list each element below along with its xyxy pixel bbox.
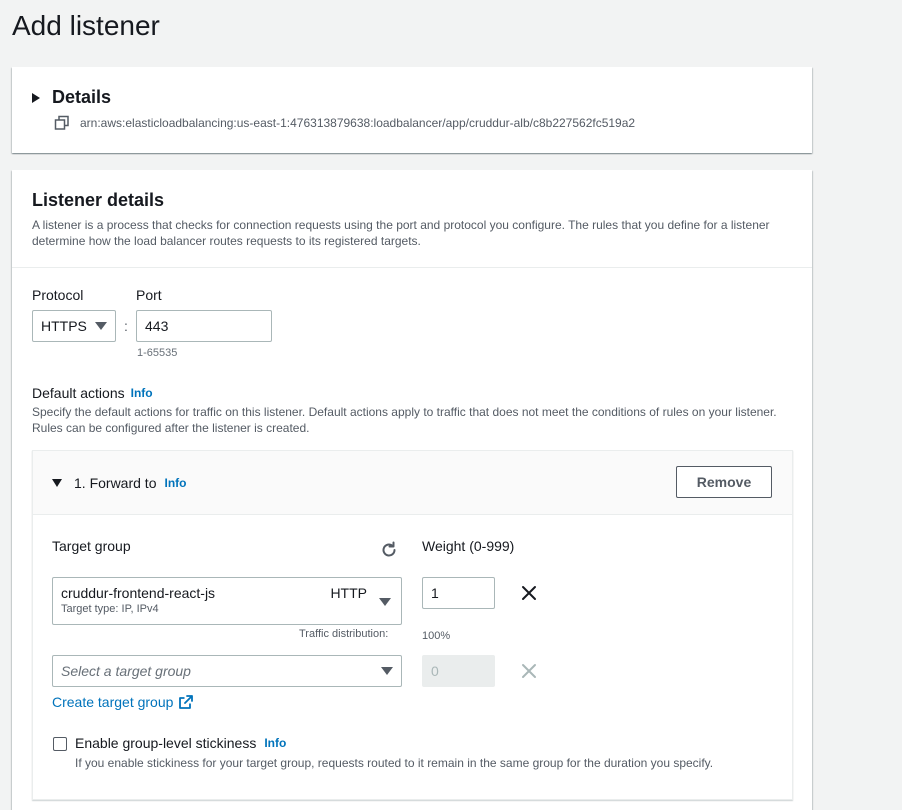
target-group-label: Target group — [52, 538, 131, 554]
stickiness-heading: Enable group-level stickiness Info — [75, 735, 286, 751]
remove-button[interactable]: Remove — [676, 466, 772, 498]
select-target-group-dropdown[interactable]: Select a target group — [52, 655, 402, 687]
select-target-group-placeholder: Select a target group — [61, 663, 191, 679]
create-target-group-label[interactable]: Create target group — [52, 694, 173, 710]
target-group-name: cruddur-frontend-react-js — [61, 585, 216, 601]
details-expander[interactable]: Details — [32, 87, 111, 108]
refresh-icon[interactable] — [380, 541, 398, 559]
copy-icon[interactable] — [54, 115, 70, 131]
details-panel: Details arn:aws:elasticloadbalancing:us-… — [12, 67, 812, 153]
weight-input[interactable]: 1 — [422, 577, 495, 609]
caret-down-icon — [95, 322, 107, 330]
weight-value: 1 — [431, 585, 439, 601]
forward-action-panel: 1. Forward to Info Remove Target group W… — [32, 450, 793, 800]
traffic-distribution-value: 100% — [422, 630, 451, 642]
stickiness-description: If you enable stickiness for your target… — [75, 756, 714, 770]
forward-action-expander[interactable]: 1. Forward to Info — [52, 475, 186, 491]
caret-down-icon — [379, 598, 391, 606]
protocol-port-separator: : — [124, 318, 128, 334]
forward-action-header: 1. Forward to Info Remove — [33, 451, 792, 515]
target-group-protocol: HTTP — [330, 585, 367, 601]
protocol-label: Protocol — [32, 287, 84, 303]
weight-label: Weight (0-999) — [422, 538, 515, 554]
forward-action-title: 1. Forward to — [74, 475, 157, 491]
stickiness-checkbox[interactable] — [53, 737, 67, 751]
port-input[interactable]: 443 — [136, 310, 272, 342]
weight-value-disabled: 0 — [431, 663, 439, 679]
weight-input-disabled: 0 — [422, 655, 495, 687]
listener-details-title: Listener details — [32, 190, 165, 210]
listener-details-description: A listener is a process that checks for … — [32, 218, 770, 248]
page-title: Add listener — [12, 10, 160, 41]
traffic-distribution-label: Traffic distribution: — [299, 628, 389, 640]
port-hint: 1-65535 — [137, 347, 178, 359]
stickiness-label[interactable]: Enable group-level stickiness — [75, 735, 256, 751]
protocol-select[interactable]: HTTPS — [32, 310, 116, 342]
listener-details-panel: Listener details A listener is a process… — [12, 170, 812, 810]
protocol-value: HTTPS — [41, 318, 87, 334]
load-balancer-arn: arn:aws:elasticloadbalancing:us-east-1:4… — [80, 116, 636, 130]
caret-right-icon — [32, 92, 40, 103]
arn-row: arn:aws:elasticloadbalancing:us-east-1:4… — [54, 115, 635, 131]
default-actions-info-link[interactable]: Info — [131, 386, 153, 400]
external-link-icon — [179, 695, 194, 709]
stickiness-info-link[interactable]: Info — [264, 736, 286, 750]
listener-details-header: Listener details A listener is a process… — [12, 170, 812, 268]
port-value: 443 — [145, 318, 169, 334]
create-target-group-link[interactable]: Create target group — [52, 694, 194, 710]
details-title: Details — [52, 87, 112, 107]
close-icon — [522, 664, 536, 678]
target-group-type: Target type: IP, IPv4 — [61, 603, 159, 615]
default-actions-description: Specify the default actions for traffic … — [32, 405, 777, 435]
forward-info-link[interactable]: Info — [164, 476, 186, 490]
caret-down-icon — [52, 479, 62, 487]
caret-down-icon — [381, 667, 393, 675]
port-label: Port — [136, 287, 162, 303]
default-actions-label: Default actions — [32, 385, 125, 401]
close-icon[interactable] — [521, 585, 537, 601]
target-group-select[interactable]: cruddur-frontend-react-js HTTP Target ty… — [52, 577, 402, 625]
default-actions-heading: Default actions Info — [32, 385, 153, 401]
